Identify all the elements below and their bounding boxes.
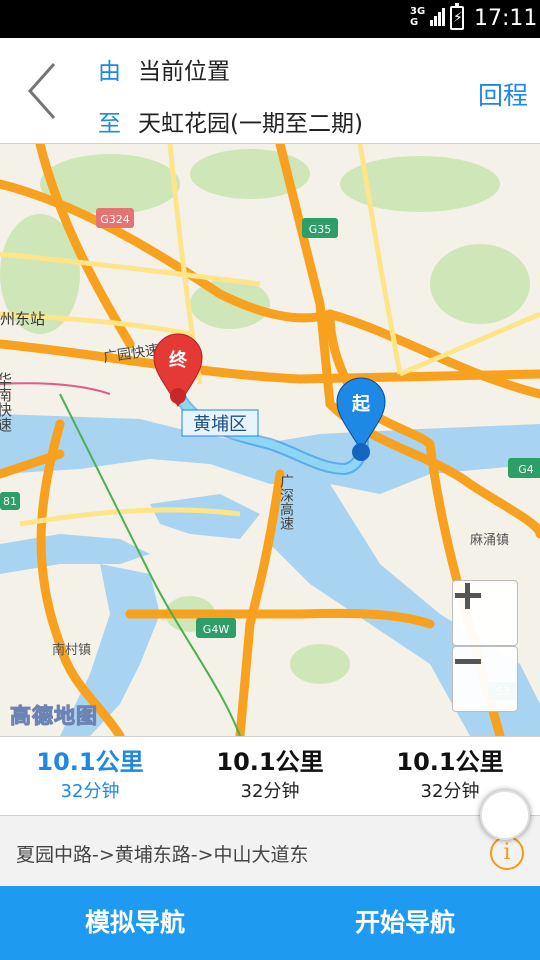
minus-icon bbox=[455, 659, 481, 664]
road-shield-81: 81 bbox=[0, 492, 20, 510]
svg-text:G4: G4 bbox=[518, 463, 534, 476]
floating-assistive-button[interactable] bbox=[480, 790, 530, 840]
svg-text:黄埔区: 黄埔区 bbox=[193, 414, 247, 435]
route-distance: 10.1公里 bbox=[36, 748, 144, 776]
to-field[interactable]: 天虹花园(一期至二期) bbox=[138, 104, 363, 138]
bottom-action-bar: 模拟导航 开始导航 bbox=[0, 886, 540, 960]
label-guangshen: 广深高速 bbox=[278, 474, 294, 531]
route-duration: 32分钟 bbox=[60, 781, 120, 802]
chevron-left-icon bbox=[27, 63, 56, 119]
label-huangpu-district: 黄埔区 bbox=[181, 409, 259, 437]
label-huanan: 华南快速 bbox=[0, 372, 13, 433]
route-distance: 10.1公里 bbox=[216, 748, 324, 776]
svg-text:G4W: G4W bbox=[203, 623, 230, 636]
map-logo: 高德地图 bbox=[10, 704, 98, 729]
road-shield-g4: G4 bbox=[508, 458, 540, 478]
road-shield-g35: G35 bbox=[302, 218, 338, 238]
signal-icon bbox=[430, 8, 445, 26]
zoom-out-button[interactable] bbox=[452, 646, 518, 712]
network-indicator: 3G G bbox=[410, 6, 426, 28]
label-east-station: 州东站 bbox=[0, 310, 45, 328]
start-navigation-button[interactable]: 开始导航 bbox=[270, 886, 540, 960]
simulate-navigation-button[interactable]: 模拟导航 bbox=[0, 886, 270, 960]
road-summary-text: 夏园中路->黄埔东路->中山大道东 bbox=[16, 844, 309, 866]
to-label: 至 bbox=[98, 111, 121, 137]
road-shield-g324: G324 bbox=[96, 208, 134, 228]
route-header: 由 当前位置 至 天虹花园(一期至二期) 回程 bbox=[0, 38, 540, 144]
svg-text:G324: G324 bbox=[100, 213, 130, 226]
route-option-1[interactable]: 10.1公里 32分钟 bbox=[0, 737, 180, 815]
route-option-2[interactable]: 10.1公里 32分钟 bbox=[180, 737, 360, 815]
from-field[interactable]: 当前位置 bbox=[138, 52, 230, 86]
route-duration: 32分钟 bbox=[240, 781, 300, 802]
info-icon[interactable]: i bbox=[490, 836, 524, 870]
svg-text:G35: G35 bbox=[309, 223, 332, 236]
map-view[interactable]: G324 G35 G4 G4W S3 81 州东站 麻涌镇 南村镇 华南快速 bbox=[0, 144, 540, 736]
from-label: 由 bbox=[98, 59, 121, 85]
back-button[interactable] bbox=[18, 58, 68, 124]
park-areas bbox=[0, 149, 530, 684]
status-bar: 3G G ⚡ 17:11 bbox=[0, 0, 540, 38]
clock: 17:11 bbox=[474, 6, 538, 31]
return-trip-button[interactable]: 回程 bbox=[478, 76, 528, 112]
battery-icon: ⚡ bbox=[450, 3, 464, 30]
road-summary: 夏园中路->黄埔东路->中山大道东 i bbox=[0, 816, 540, 886]
label-nancun: 南村镇 bbox=[52, 642, 91, 658]
road-shield-g4w: G4W bbox=[196, 618, 236, 638]
rail-line-pink bbox=[0, 382, 111, 395]
route-distance: 10.1公里 bbox=[396, 748, 504, 776]
label-mayong: 麻涌镇 bbox=[470, 533, 509, 548]
zoom-in-button[interactable] bbox=[452, 580, 518, 646]
end-marker[interactable]: 终 bbox=[153, 333, 203, 407]
svg-text:终: 终 bbox=[169, 349, 188, 371]
svg-text:起: 起 bbox=[351, 393, 371, 415]
route-options: 10.1公里 32分钟 10.1公里 32分钟 10.1公里 32分钟 bbox=[0, 736, 540, 816]
svg-text:81: 81 bbox=[3, 495, 17, 508]
plus-icon bbox=[455, 583, 481, 609]
